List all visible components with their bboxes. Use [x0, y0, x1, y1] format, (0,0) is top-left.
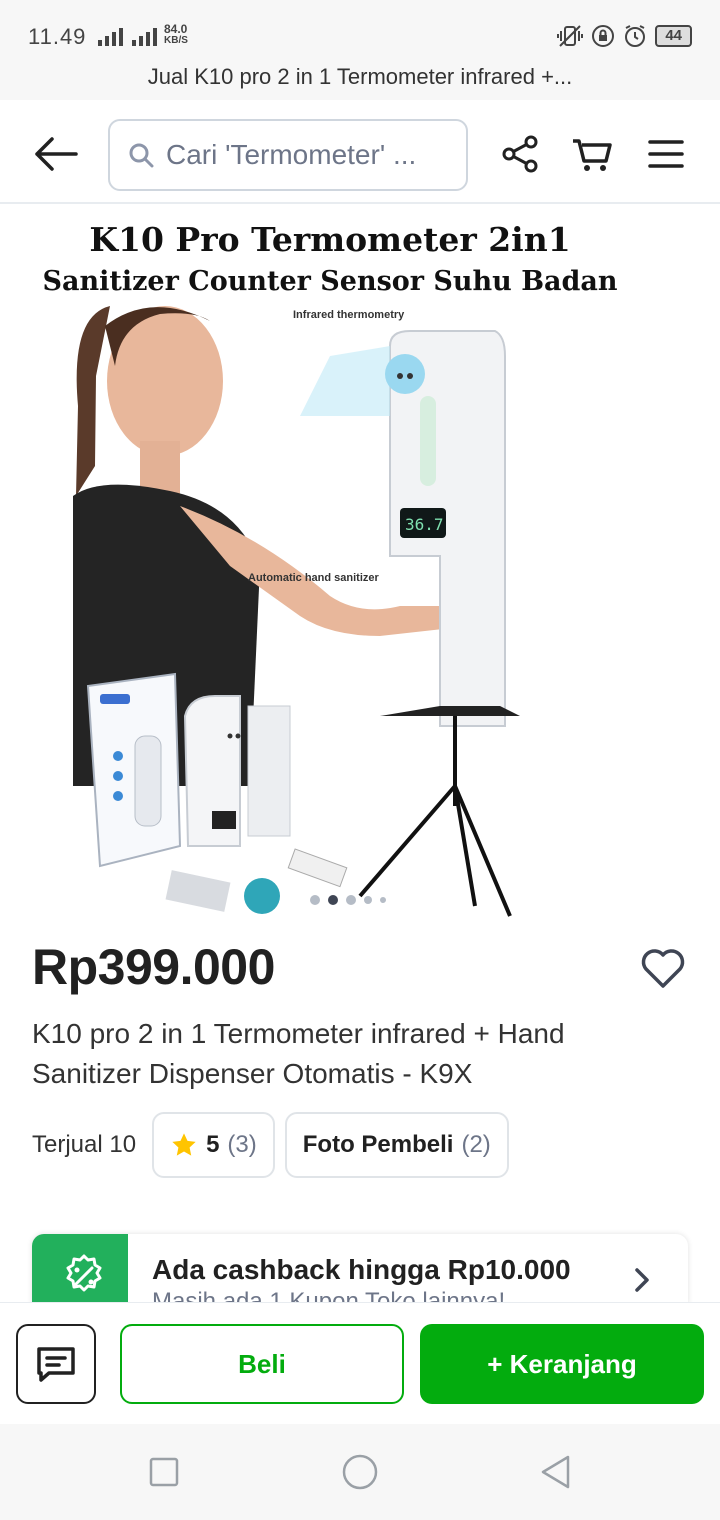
chat-button[interactable]: [16, 1324, 96, 1404]
app-header: Cari 'Termometer' ...: [0, 100, 720, 204]
sanitizer-annotation: Automatic hand sanitizer: [248, 572, 379, 584]
display-reading: 36.7: [405, 515, 444, 534]
carousel-dot: [364, 896, 372, 904]
alarm-icon: [625, 25, 646, 47]
product-meta: Terjual 10 5 (3) Foto Pembeli (2): [32, 1112, 509, 1178]
discount-icon: [66, 1254, 102, 1292]
home-icon[interactable]: [342, 1454, 378, 1490]
window-title: Jual K10 pro 2 in 1 Termometer infrared …: [0, 60, 720, 100]
buyer-photos-chip[interactable]: Foto Pembeli (2): [284, 1112, 509, 1178]
carousel-dot: [380, 897, 386, 903]
status-time: 11.49: [28, 24, 87, 49]
rating-value: 5: [206, 1131, 220, 1158]
chevron-right-icon: [635, 1268, 649, 1292]
carousel-indicator: [310, 895, 386, 905]
rating-chip[interactable]: 5 (3): [152, 1112, 275, 1178]
buyer-photos-label: Foto Pembeli: [302, 1131, 454, 1158]
network-speed-unit: KB/S: [164, 35, 188, 46]
image-title: K10 Pro Termometer 2in1: [89, 220, 571, 259]
buyer-photos-count: (2): [461, 1131, 491, 1158]
cart-icon[interactable]: [572, 134, 612, 174]
buy-button[interactable]: Beli: [120, 1324, 404, 1404]
vibrate-icon: [557, 25, 584, 47]
network-speed-value: 84.0: [164, 22, 188, 36]
search-input[interactable]: Cari 'Termometer' ...: [108, 119, 468, 191]
menu-icon[interactable]: [646, 134, 686, 174]
product-name: K10 pro 2 in 1 Termometer infrared + Han…: [32, 1018, 565, 1089]
status-bar: 11.49 84.0 KB/S 44: [0, 0, 720, 60]
status-icons: 44: [557, 24, 692, 48]
action-bar: Beli + Keranjang: [0, 1302, 720, 1424]
cashback-banner[interactable]: Ada cashback hingga Rp10.000 Masih ada 1…: [32, 1234, 688, 1304]
carousel-dot-active: [328, 895, 338, 905]
network-speed: 84.0 KB/S: [164, 23, 188, 47]
product-image-carousel[interactable]: K10 Pro Termometer 2in1 Sanitizer Counte…: [0, 206, 720, 924]
star-icon: [172, 1133, 196, 1156]
cashback-title: Ada cashback hingga Rp10.000: [152, 1254, 571, 1285]
share-icon[interactable]: [500, 134, 540, 174]
chat-icon: [37, 1347, 75, 1382]
infrared-annotation: Infrared thermometry: [293, 309, 405, 321]
image-subtitle: Sanitizer Counter Sensor Suhu Badan: [42, 266, 618, 297]
recents-icon[interactable]: [146, 1454, 182, 1490]
carousel-dot: [346, 895, 356, 905]
carousel-dot: [310, 895, 320, 905]
add-to-cart-button[interactable]: + Keranjang: [420, 1324, 704, 1404]
search-icon: [129, 143, 154, 168]
signal-icon: [98, 26, 157, 46]
system-nav-bar: [0, 1424, 720, 1520]
rating-count: (3): [227, 1131, 257, 1158]
cashback-icon-area: [32, 1234, 128, 1304]
product-price: Rp399.000: [32, 939, 275, 995]
battery-icon: 44: [655, 25, 692, 47]
lock-rotation-icon: [592, 25, 615, 47]
back-nav-icon[interactable]: [538, 1454, 574, 1490]
search-placeholder: Cari 'Termometer' ...: [166, 139, 417, 170]
back-arrow-icon[interactable]: [32, 134, 78, 174]
sold-count: Terjual 10: [32, 1131, 137, 1158]
heart-icon[interactable]: [640, 948, 686, 990]
